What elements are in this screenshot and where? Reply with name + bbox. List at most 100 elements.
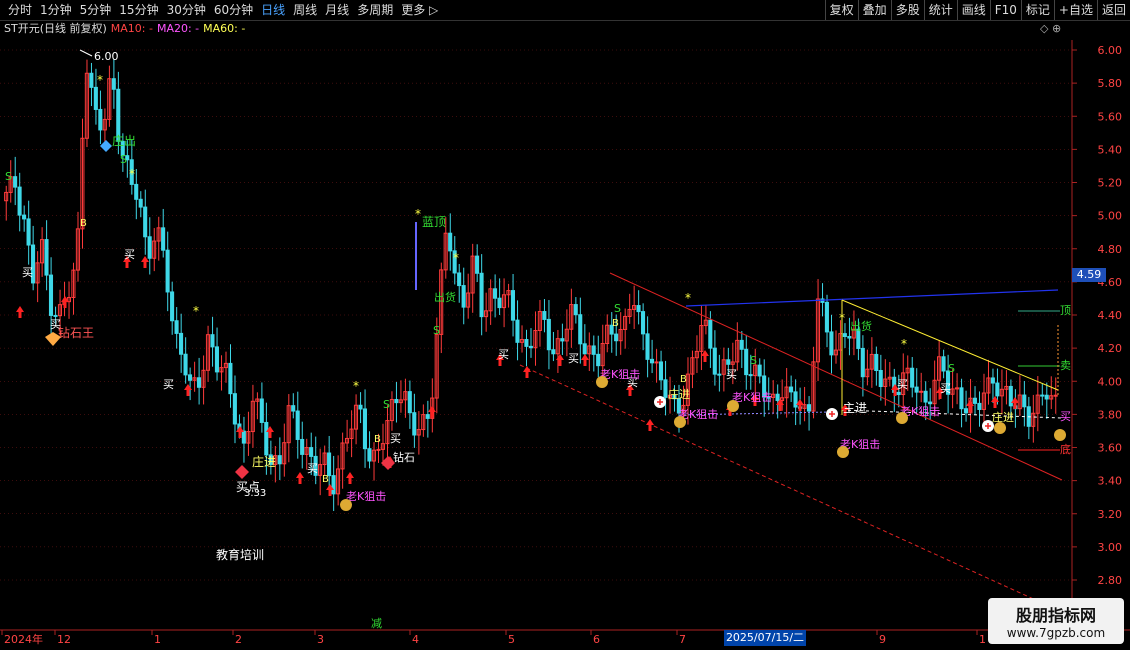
candle-body	[376, 448, 381, 451]
annotation-17: 买	[1060, 410, 1071, 423]
money-bag-icon	[727, 400, 739, 412]
candle-body	[806, 404, 812, 412]
candle-body	[461, 285, 466, 308]
candle-body	[582, 343, 587, 355]
yellow-star-marker: *	[685, 291, 691, 305]
watermark-title: 股朋指标网	[1015, 606, 1096, 625]
annotation-buy: 买	[568, 352, 579, 365]
candle-body	[138, 198, 143, 208]
candle-body	[277, 455, 282, 465]
yellow-star-marker: *	[453, 251, 459, 265]
candle-body	[228, 362, 233, 395]
annotation-b: B	[374, 434, 381, 445]
candle-body	[475, 255, 480, 274]
candle-body	[560, 338, 565, 342]
annotation-7: 庄进	[252, 454, 276, 469]
candle-body	[457, 272, 462, 287]
candle-body	[717, 373, 722, 376]
money-bag-icon	[596, 376, 608, 388]
candle-body	[300, 438, 305, 455]
candle-body	[367, 448, 372, 462]
y-tick-label: 6.00	[1098, 44, 1123, 57]
candle-body	[187, 374, 193, 381]
candle-body	[663, 379, 668, 398]
x-tick-label: 5	[508, 633, 515, 646]
max-price-pointer	[79, 49, 93, 57]
yellow-star-marker: *	[839, 311, 845, 325]
candle-body	[259, 398, 264, 423]
candle-body	[824, 301, 829, 333]
candle-body	[726, 359, 731, 365]
candle-body	[1053, 394, 1058, 397]
x-tick-label: 7	[679, 633, 686, 646]
candle-body	[847, 336, 852, 339]
candle-body	[842, 333, 847, 338]
candle-body	[515, 319, 520, 343]
candle-body	[241, 430, 246, 444]
candle-body	[739, 339, 744, 350]
blue-crown-icon	[100, 140, 112, 152]
annotation-1: 庄出	[112, 133, 136, 148]
x-tick-label: 6	[593, 633, 600, 646]
annotation-sell-s: S	[948, 362, 955, 375]
annotation-dealer-in: 庄进	[668, 387, 690, 401]
candle-body	[22, 214, 27, 220]
candle-body	[995, 382, 1000, 397]
y-tick-label: 4.40	[1098, 309, 1123, 322]
candle-body	[878, 370, 883, 388]
x-tick-label: 9	[879, 633, 886, 646]
candle-body	[546, 318, 551, 351]
candle-body	[412, 412, 417, 436]
yellow-star-marker: *	[193, 304, 199, 318]
candle-body	[596, 353, 601, 367]
x-tick-label: 2024年	[4, 632, 43, 646]
annotation-18: 底	[1060, 442, 1071, 456]
candle-body	[1022, 394, 1027, 408]
candle-body	[654, 361, 659, 364]
candle-body	[860, 347, 865, 378]
candle-body	[788, 386, 794, 393]
watermark: 股朋指标网 www.7gpzb.com	[988, 598, 1124, 644]
blue-trend-line	[685, 289, 1059, 307]
candle-body	[649, 358, 655, 364]
last-price-tag: 4.59	[1072, 268, 1106, 282]
candle-body	[914, 386, 919, 393]
y-tick-label: 2.80	[1098, 574, 1123, 587]
candle-body	[161, 227, 166, 251]
annotation-buy: 买	[390, 432, 401, 445]
candlestick-chart[interactable]: 6.005.805.605.405.205.004.804.604.404.20…	[0, 0, 1130, 650]
annotation-16: 卖	[1060, 359, 1071, 372]
channel-lower-line	[519, 364, 1063, 613]
candle-body	[748, 374, 753, 377]
candle-body	[17, 186, 22, 216]
candle-body	[1044, 394, 1049, 400]
candle-body	[963, 408, 968, 414]
candle-body	[134, 183, 139, 200]
money-bag-icon	[896, 412, 908, 424]
annotation-4: 钻石王	[58, 325, 94, 340]
yellow-star-marker: *	[415, 207, 421, 221]
annotation-10: 老K狙击	[346, 490, 386, 503]
yellow-star-marker: *	[129, 167, 135, 181]
y-tick-label: 5.80	[1098, 77, 1123, 90]
yellow-star-marker: *	[97, 73, 103, 87]
candle-body	[362, 408, 367, 450]
candle-body	[744, 348, 749, 376]
candle-body	[183, 353, 188, 376]
candle-body	[165, 249, 170, 293]
x-tick-label: 2	[235, 633, 242, 646]
candle-body	[210, 334, 215, 348]
candle-body	[923, 390, 928, 403]
candle-body	[179, 332, 184, 355]
annotation-13: 主进	[843, 401, 867, 415]
y-tick-label: 4.00	[1098, 375, 1123, 388]
annotation-11: 钻石	[393, 450, 415, 464]
money-bag-icon	[994, 422, 1006, 434]
annotation-6: 出货	[434, 290, 456, 304]
candle-body	[44, 239, 49, 276]
candle-body	[874, 353, 879, 372]
candle-body	[407, 391, 412, 414]
candle-body	[174, 320, 179, 334]
candle-body	[143, 206, 148, 238]
annotation-b: B	[322, 474, 329, 485]
